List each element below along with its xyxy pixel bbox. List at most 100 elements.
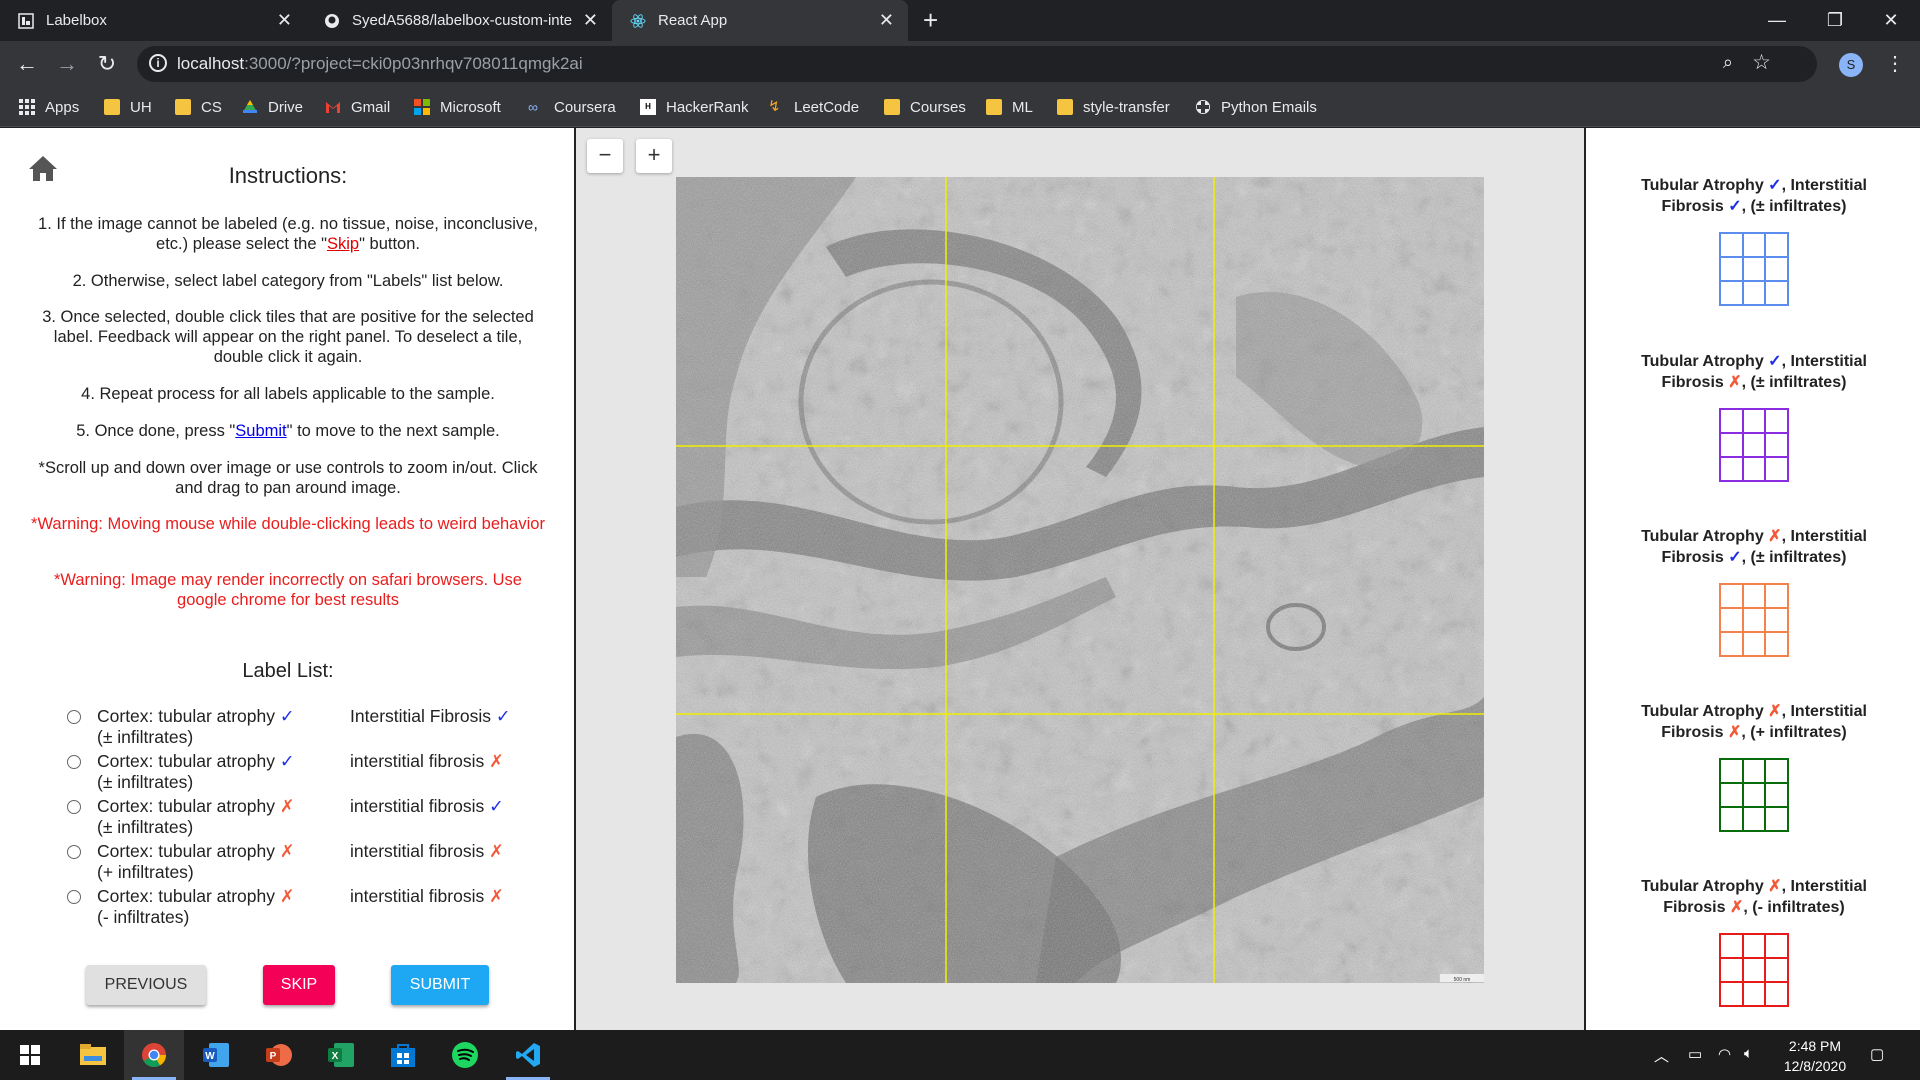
app-page: Instructions: 1. If the image cannot be … [0, 128, 1920, 1030]
coursera-icon: ∞ [528, 99, 538, 115]
zoom-magnifier-icon[interactable]: ⌕ [1723, 52, 1733, 73]
hackerrank-icon: H [640, 99, 656, 115]
feedback-grid-4 [1719, 758, 1789, 832]
bookmark-python-emails[interactable]: Python Emails [1195, 97, 1317, 117]
excel-icon[interactable]: X [311, 1030, 371, 1080]
close-tab-icon[interactable]: ✕ [879, 10, 894, 31]
react-icon [630, 13, 646, 29]
skip-button[interactable]: SKIP [263, 965, 335, 1005]
back-icon[interactable]: ← [12, 49, 42, 79]
label-radio[interactable] [67, 890, 81, 904]
label-radio[interactable] [67, 845, 81, 859]
store-icon[interactable] [373, 1030, 433, 1080]
bookmark-star-icon[interactable]: ☆ [1752, 50, 1771, 75]
bookmark-coursera[interactable]: ∞ Coursera [528, 97, 616, 117]
label-radio[interactable] [67, 800, 81, 814]
label-radio[interactable] [67, 755, 81, 769]
feedback-label-5: Tubular Atrophy ✗, Interstitial Fibrosis … [1641, 878, 1867, 916]
zoom-out-button[interactable]: − [587, 139, 623, 173]
tab-github[interactable]: SyedA5688/labelbox-custom-inte ✕ [306, 0, 612, 41]
feedback-grid-2 [1719, 408, 1789, 482]
tab-labelbox[interactable]: Labelbox ✕ [0, 0, 306, 41]
new-tab-icon[interactable]: + [923, 5, 938, 36]
bookmarks-bar: Apps UH CS Drive Gmail Microsoft ∞ Course… [0, 87, 1920, 127]
drive-icon [242, 99, 258, 115]
powerpoint-icon[interactable]: P [249, 1030, 309, 1080]
close-tab-icon[interactable]: ✕ [583, 10, 598, 31]
show-hidden-icons-icon[interactable]: ︿ [1654, 1045, 1669, 1066]
label-option[interactable]: Cortex: tubular atrophy ✓ (± infiltrates)… [0, 751, 576, 795]
python-icon [1195, 99, 1211, 115]
previous-button[interactable]: PREVIOUS [86, 965, 206, 1005]
instruction-step-2: 2. Otherwise, select label category from… [72, 272, 504, 290]
bookmark-gmail[interactable]: Gmail [325, 97, 390, 117]
tab-title: Labelbox [46, 12, 107, 29]
forward-icon[interactable]: → [52, 49, 82, 79]
tab-title: SyedA5688/labelbox-custom-inte [352, 12, 573, 29]
leetcode-icon: ↯ [768, 98, 781, 115]
bookmark-uh[interactable]: UH [104, 97, 152, 117]
vscode-icon[interactable] [498, 1030, 558, 1080]
label-option[interactable]: Cortex: tubular atrophy ✗ (± infiltrates)… [0, 796, 576, 840]
instruction-step-4: 4. Repeat process for all labels applica… [81, 385, 495, 403]
label-option[interactable]: Cortex: tubular atrophy ✗ (+ infiltrates)… [0, 841, 576, 885]
system-clock[interactable]: 2:48 PM 12/8/2020 [1775, 1036, 1855, 1076]
bookmark-apps[interactable]: Apps [19, 97, 79, 117]
battery-icon[interactable]: ▭ [1688, 1045, 1702, 1063]
bookmark-drive[interactable]: Drive [242, 97, 303, 117]
wifi-icon[interactable]: ◠ [1718, 1045, 1731, 1063]
restore-icon[interactable]: ❐ [1806, 0, 1864, 41]
bookmark-style-transfer[interactable]: style-transfer [1057, 97, 1170, 117]
instruction-step-3: 3. Once selected, double click tiles tha… [42, 308, 534, 366]
feedback-label-1: Tubular Atrophy ✓, Interstitial Fibrosis … [1641, 177, 1867, 215]
bookmark-leetcode[interactable]: ↯ LeetCode [768, 97, 859, 117]
feedback-grid-3 [1719, 583, 1789, 657]
site-info-icon[interactable]: i [149, 54, 167, 72]
tab-strip: Labelbox ✕ SyedA5688/labelbox-custom-int… [0, 0, 1920, 41]
word-icon[interactable]: W [186, 1030, 246, 1080]
tab-react-app[interactable]: React App ✕ [612, 0, 908, 41]
microscopy-image[interactable]: 500 nm [676, 177, 1484, 983]
spotify-icon[interactable] [435, 1030, 495, 1080]
reload-icon[interactable]: ↻ [92, 49, 122, 79]
label-option[interactable]: Cortex: tubular atrophy ✗ (- infiltrates)… [0, 886, 576, 930]
windows-start-icon[interactable] [0, 1030, 60, 1080]
zoom-in-button[interactable]: + [636, 139, 672, 173]
close-tab-icon[interactable]: ✕ [277, 10, 292, 31]
svg-text:W: W [205, 1051, 215, 1062]
file-explorer-icon[interactable] [63, 1030, 123, 1080]
submit-link[interactable]: Submit [235, 422, 286, 440]
notifications-icon[interactable]: ▢ [1870, 1045, 1884, 1063]
github-icon [324, 13, 340, 29]
windows-taskbar: W P X ︿ ▭ ◠ 🔈︎ 2:48 PM 12/8/2020 ▢ [0, 1030, 1920, 1080]
tab-title: React App [658, 12, 728, 29]
bookmark-courses[interactable]: Courses [884, 97, 966, 117]
feedback-label-2: Tubular Atrophy ✓, Interstitial Fibrosis … [1641, 353, 1867, 391]
skip-link[interactable]: Skip [327, 235, 359, 253]
feedback-grid-5 [1719, 933, 1789, 1007]
bookmark-ml[interactable]: ML [986, 97, 1033, 117]
folder-icon [986, 99, 1002, 115]
submit-button[interactable]: SUBMIT [391, 965, 489, 1005]
bookmark-microsoft[interactable]: Microsoft [414, 97, 501, 117]
label-radio[interactable] [67, 710, 81, 724]
close-window-icon[interactable]: ✕ [1862, 0, 1920, 41]
feedback-grid-1 [1719, 232, 1789, 306]
minimize-icon[interactable]: — [1748, 0, 1806, 41]
apps-grid-icon [19, 99, 35, 115]
instruction-step-5: 5. Once done, press "Submit" to move to … [76, 422, 500, 440]
volume-icon[interactable]: 🔈︎ [1744, 1045, 1753, 1062]
microsoft-icon [414, 99, 430, 115]
address-bar[interactable]: i localhost:3000/?project=cki0p03nrhqv70… [137, 46, 1817, 82]
feedback-label-3: Tubular Atrophy ✗, Interstitial Fibrosis … [1641, 528, 1867, 566]
url-text: localhost:3000/?project=cki0p03nrhqv7080… [177, 54, 583, 73]
profile-avatar[interactable]: S [1839, 53, 1863, 77]
bookmark-hackerrank[interactable]: H HackerRank [640, 97, 749, 117]
instructions-panel: Instructions: 1. If the image cannot be … [0, 128, 576, 1030]
folder-icon [884, 99, 900, 115]
label-option[interactable]: Cortex: tubular atrophy ✓ (± infiltrates)… [0, 706, 576, 750]
folder-icon [175, 99, 191, 115]
menu-kebab-icon[interactable]: ⋮ [1885, 51, 1905, 76]
chrome-icon[interactable] [124, 1030, 184, 1080]
bookmark-cs[interactable]: CS [175, 97, 222, 117]
